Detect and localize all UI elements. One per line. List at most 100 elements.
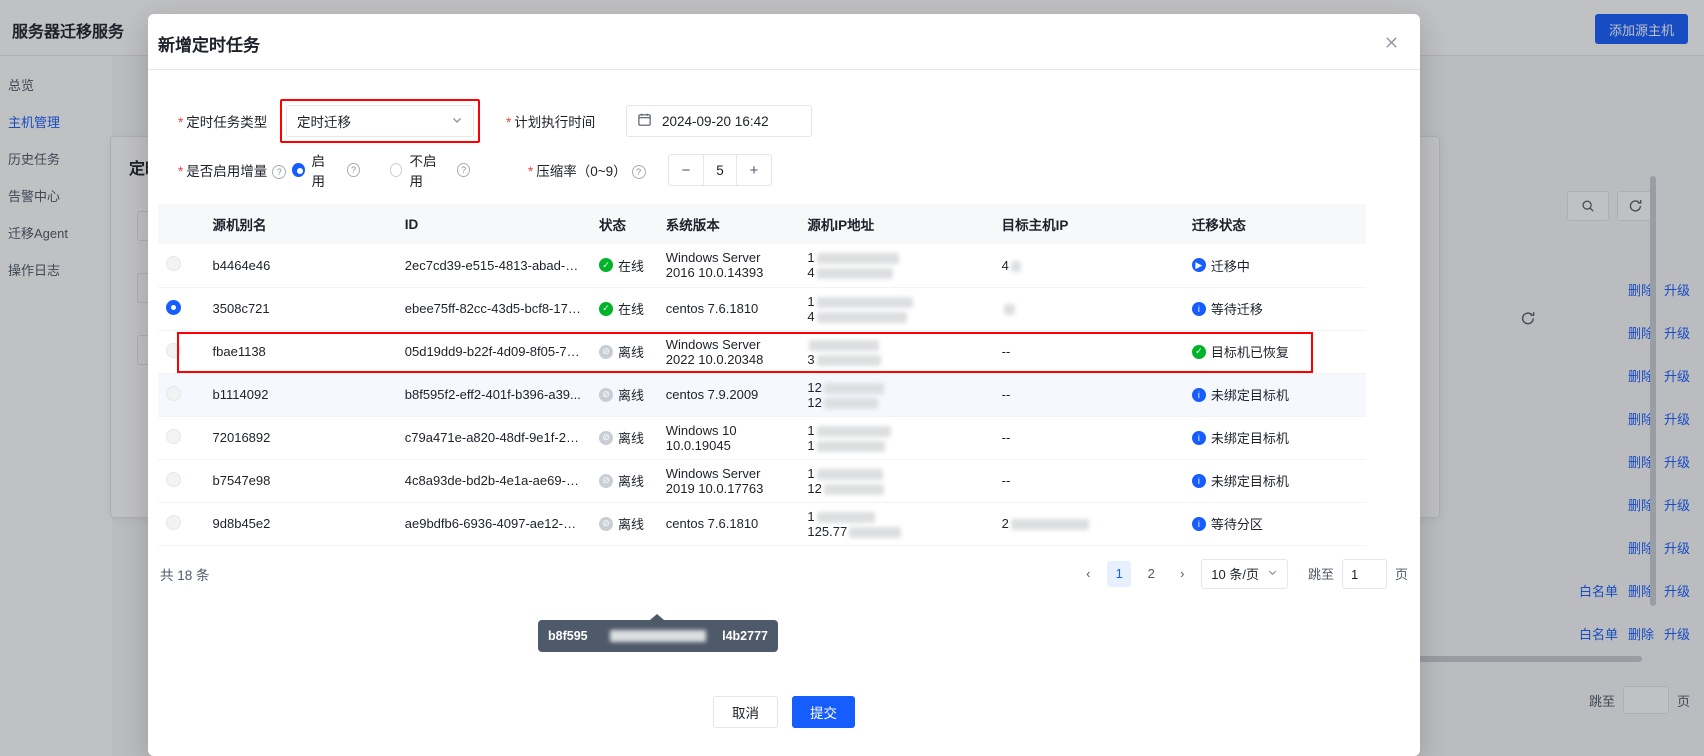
pagination-next-button[interactable]: › [1171,561,1193,587]
required-marker: * [506,115,512,130]
source-ip-redacted [816,425,891,437]
row-select-cell[interactable] [158,416,205,460]
radio-disable[interactable]: 不启用 ? [389,150,470,190]
migration-status-icon: i [1191,516,1206,531]
status-icon: ⊘ [599,473,613,488]
state-text: 在线 [618,302,645,317]
required-marker: * [528,164,534,179]
chevron-down-icon [1267,567,1278,581]
cell-target-ip: 2 [993,502,1184,546]
compression-value[interactable]: 5 [703,155,737,185]
pagination-prev-button[interactable]: ‹ [1077,561,1099,587]
dialog-body: *定时任务类型 定时迁移 *计划执行时间 2024-09-20 16:42 [148,98,1420,652]
help-icon[interactable]: ? [457,163,470,177]
row-select-cell[interactable] [158,244,205,288]
calendar-icon [637,112,652,130]
pagination-controls: ‹ 1 2 › 10 条/页 跳至 1 页 [1077,558,1408,589]
status-icon: ⊘ [599,387,613,402]
migration-status-icon: i [1191,387,1206,402]
row-radio[interactable] [166,256,181,272]
row-select-cell[interactable] [158,459,205,503]
cell-id[interactable]: 4c8a93de-bd2b-4e1a-ae69-b... [396,459,591,503]
source-ip-redacted [816,354,881,366]
cell-target-ip [993,287,1184,331]
cell-id[interactable]: 05d19dd9-b22f-4d09-8f05-73... [396,330,591,374]
table-row[interactable]: fbae1138 05d19dd9-b22f-4d09-8f05-73... ⊘ 离线… [158,330,1366,374]
stepper-minus-button[interactable]: − [669,155,703,185]
th-migration-state: 迁移状态 [1183,204,1366,244]
table-row[interactable]: 3508c721 ebee75ff-82cc-43d5-bcf8-170... ✓ 在… [158,287,1366,331]
cell-source-ip: 1 125.77 [799,502,994,546]
source-ip-redacted [816,311,907,323]
target-ip-prefix: 4 [1001,257,1009,273]
table-row[interactable]: b7547e98 4c8a93de-bd2b-4e1a-ae69-b... ⊘ 离线 W… [158,459,1366,503]
migration-text: 等待分区 [1210,517,1263,532]
row-select-cell[interactable] [158,330,205,374]
compression-stepper[interactable]: − 5 + [668,154,772,186]
tooltip-redacted [610,630,706,642]
table-row[interactable]: 9d8b45e2 ae9bdfb6-6936-4097-ae12-20... ⊘ 离线… [158,502,1366,546]
cell-migration-state: ▶ 迁移中 [1183,244,1366,288]
migration-text: 目标机已恢复 [1210,345,1289,360]
jump-input[interactable]: 1 [1341,558,1387,589]
help-icon[interactable]: ? [631,165,646,180]
task-type-value: 定时迁移 [297,115,351,130]
source-ip-prefix-2: 3 [807,351,815,367]
row-radio[interactable] [166,299,181,315]
table-row[interactable]: b4464e46 2ec7cd39-e515-4813-abad-d9... ✓ 在线… [158,244,1366,288]
row-radio[interactable] [166,385,181,401]
cell-id[interactable]: ebee75ff-82cc-43d5-bcf8-170... [396,287,591,331]
row-radio[interactable] [166,428,181,444]
migration-status-icon: i [1191,473,1206,488]
row-radio[interactable] [166,514,181,530]
source-ip-redacted [823,483,884,495]
cell-target-ip: -- [993,330,1184,374]
cell-state: ⊘ 离线 [591,416,658,460]
source-ip-redacted [816,268,893,280]
radio-enable-label: 启用 [311,154,326,189]
cell-os: Windows 10 10.0.19045 [657,416,800,460]
cell-os: centos 7.6.1810 [657,502,800,546]
task-type-select[interactable]: 定时迁移 [286,105,474,137]
status-icon: ⊘ [599,430,613,445]
submit-button[interactable]: 提交 [792,696,855,728]
state-text: 离线 [618,517,645,532]
row-radio[interactable] [166,342,181,358]
pagination-page-2[interactable]: 2 [1139,561,1163,587]
source-ip-redacted [816,511,875,523]
th-alias: 源机别名 [204,204,397,244]
help-icon[interactable]: ? [347,163,360,177]
id-tooltip: b8f595 l4b2777 [538,614,778,652]
table-row[interactable]: 72016892 c79a471e-a820-48df-9e1f-2c7... ⊘ 离… [158,416,1366,460]
plan-time-picker[interactable]: 2024-09-20 16:42 [626,105,812,137]
row-select-cell[interactable] [158,502,205,546]
state-text: 离线 [618,431,645,446]
cell-source-ip: 3 [799,330,994,374]
th-state: 状态 [591,204,658,244]
host-table: 源机别名 ID 状态 系统版本 源机IP地址 目标主机IP 迁移状态 b4464… [158,204,1366,546]
source-ip-redacted [816,253,899,265]
source-ip-redacted [816,440,885,452]
task-type-highlight: 定时迁移 [280,99,480,143]
cell-id[interactable]: ae9bdfb6-6936-4097-ae12-20... [396,502,591,546]
row-select-cell[interactable] [158,287,205,331]
cell-id[interactable]: c79a471e-a820-48df-9e1f-2c7... [396,416,591,460]
source-ip-prefix-1: 12 [807,379,822,395]
migration-text: 未绑定目标机 [1210,474,1289,489]
page-size-select[interactable]: 10 条/页 [1201,558,1288,589]
row-select-cell[interactable] [158,373,205,417]
radio-dot [292,163,305,177]
cancel-button[interactable]: 取消 [713,696,778,728]
cell-id[interactable]: 2ec7cd39-e515-4813-abad-d9... [396,244,591,288]
cell-id[interactable]: b8f595f2-eff2-401f-b396-a39... [396,373,591,417]
table-row[interactable]: b1114092 b8f595f2-eff2-401f-b396-a39... ⊘ 离… [158,373,1366,417]
migration-status-icon: ✓ [1191,344,1206,359]
radio-enable[interactable]: 启用 ? [292,150,360,190]
source-ip-prefix-2: 125.77 [807,523,848,539]
cell-state: ⊘ 离线 [591,373,658,417]
row-radio[interactable] [166,471,181,487]
pagination-page-1[interactable]: 1 [1107,560,1132,587]
close-icon[interactable] [1378,29,1404,55]
cell-source-ip: 14 [799,244,994,288]
stepper-plus-button[interactable]: + [737,155,771,185]
